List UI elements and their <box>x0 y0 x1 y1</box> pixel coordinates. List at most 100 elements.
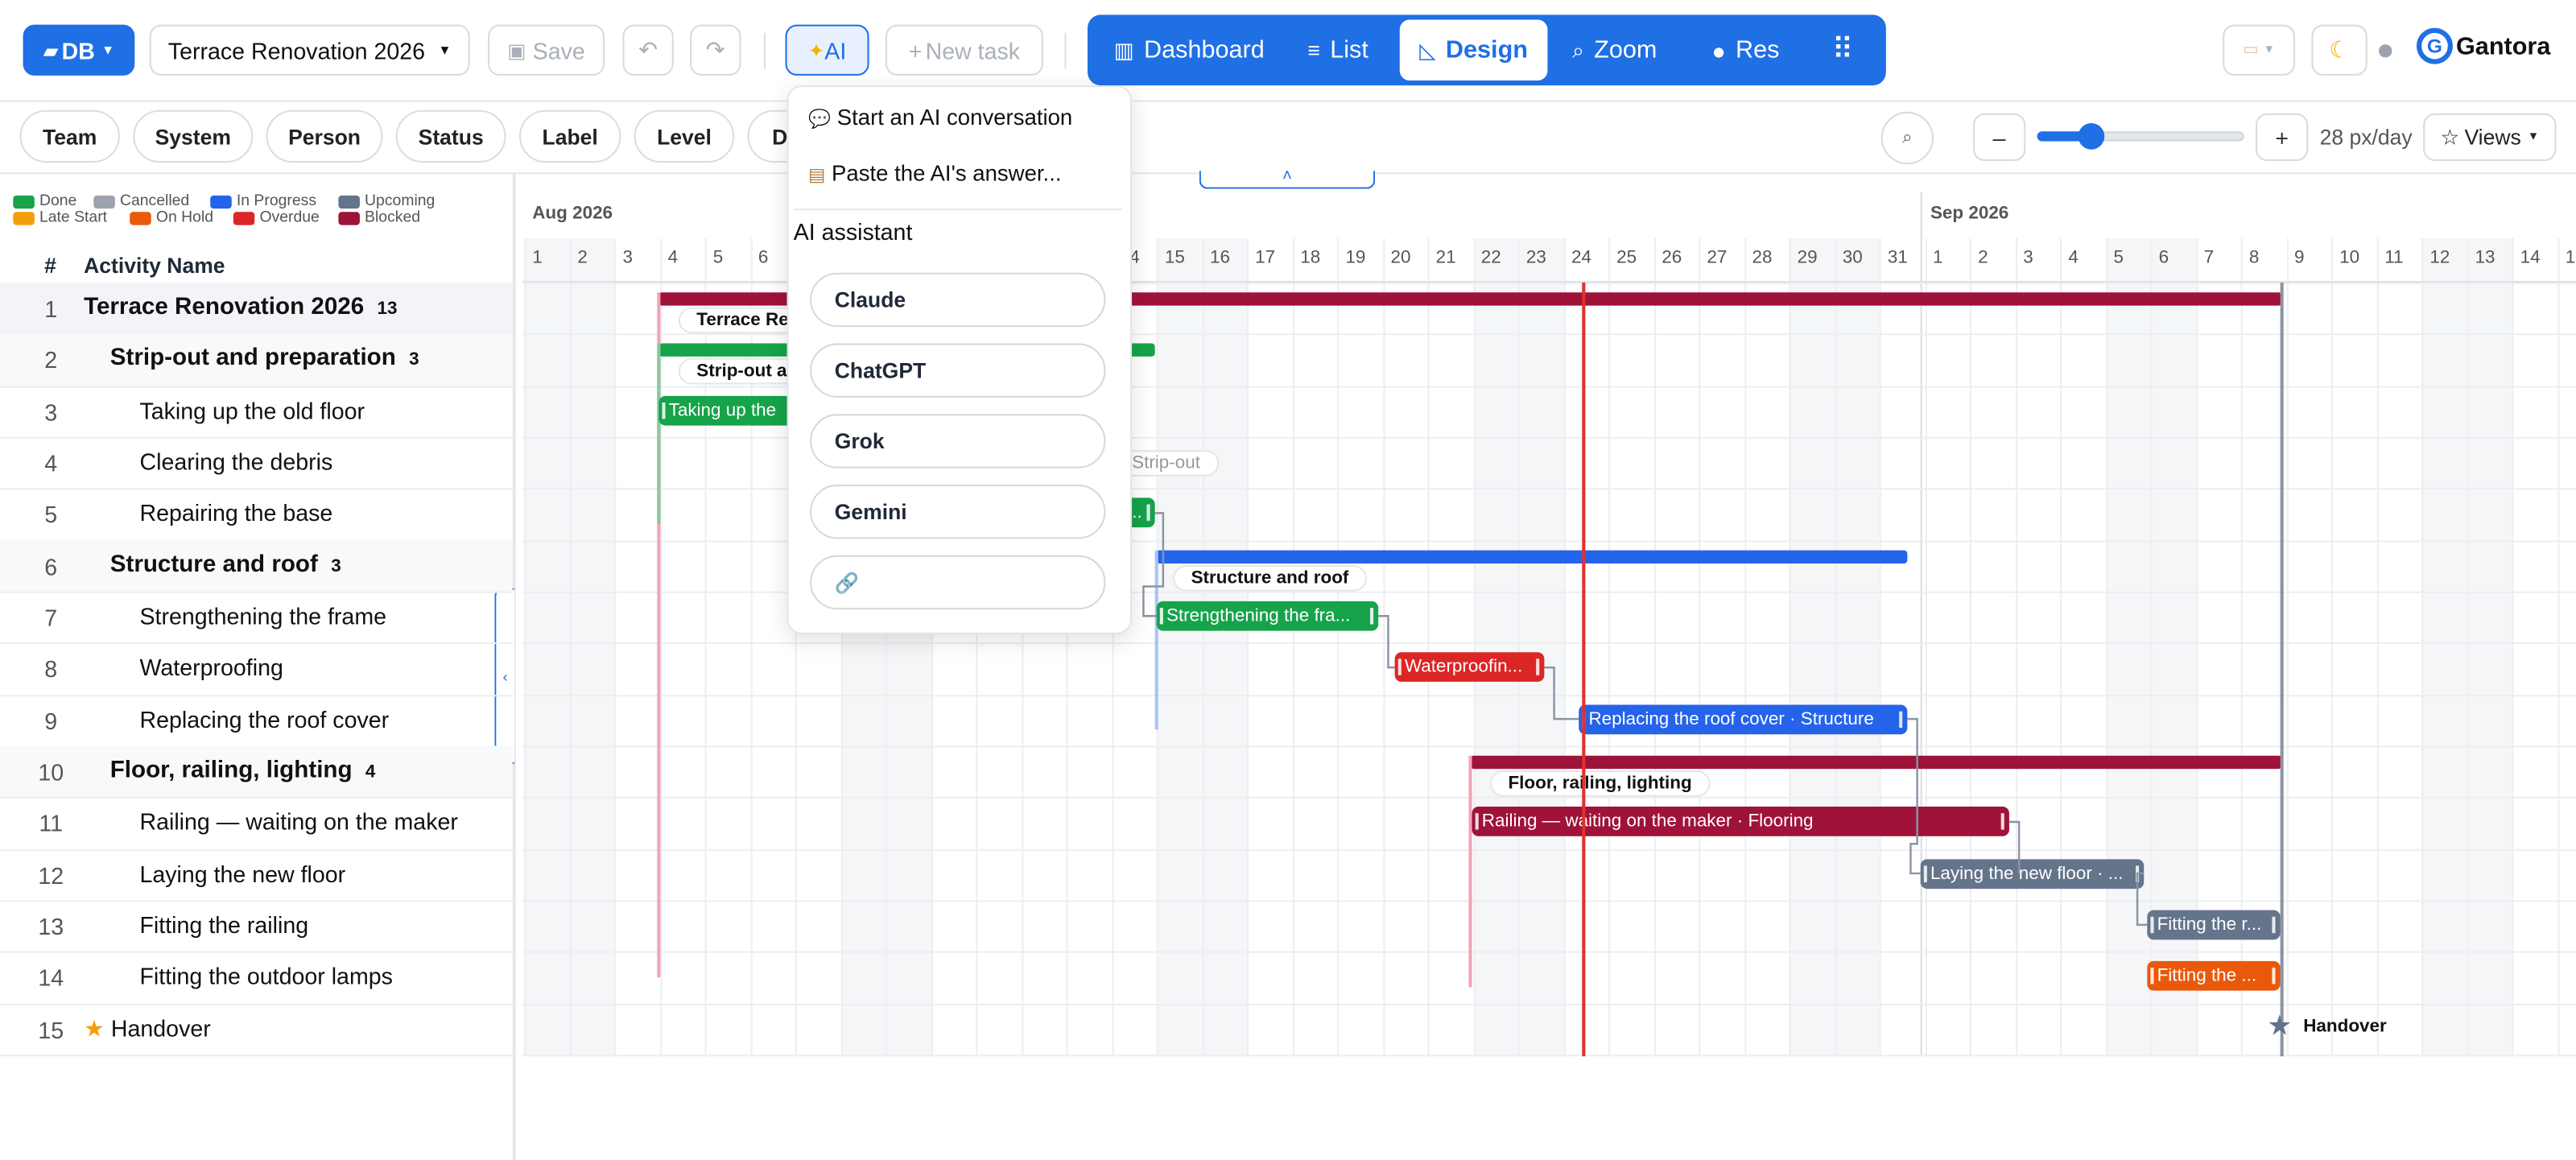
tab-resources[interactable]: ● Res <box>1712 19 1780 80</box>
table-row-divider <box>0 1003 513 1005</box>
table-row-name: Railing — waiting on the maker <box>139 808 458 836</box>
table-row[interactable]: Taking up the old floor <box>139 397 365 423</box>
redo-button[interactable]: ↷ <box>690 24 741 76</box>
table-row[interactable]: Strengthening the frame <box>139 603 386 630</box>
views-button[interactable]: ☆ Views ▼ <box>2423 113 2557 161</box>
bar-resize-handle-right[interactable] <box>2272 968 2276 985</box>
table-row[interactable]: Floor, railing, lighting 4 <box>110 758 376 784</box>
project-select[interactable]: Terrace Renovation 2026 ▼ <box>149 24 470 76</box>
milestone-star-icon: ★ <box>84 1014 105 1042</box>
ai-provider-chatgpt[interactable]: ChatGPT <box>810 343 1106 398</box>
day-label: 25 <box>1616 248 1637 268</box>
bar-resize-handle-right[interactable] <box>2136 865 2140 882</box>
task-bar[interactable]: Replacing the roof cover · Structure <box>1579 704 1908 734</box>
table-row-name: Floor, railing, lighting <box>109 757 353 784</box>
filter-level[interactable]: Level <box>634 109 735 163</box>
table-row[interactable]: Waterproofing <box>139 654 283 681</box>
table-row-number: 10 <box>38 758 64 786</box>
task-bar[interactable]: Strengthening the fra... <box>1156 601 1379 631</box>
table-row-name: Fitting the railing <box>139 911 309 939</box>
task-bar[interactable]: Fitting the r... <box>2147 910 2281 940</box>
db-menu-button[interactable]: ▰ DB ▼ <box>23 24 135 76</box>
collapse-toolbar-handle[interactable]: ˄ <box>1199 168 1376 189</box>
bar-resize-handle-right[interactable] <box>1899 710 1903 728</box>
ai-provider-grok[interactable]: Grok <box>810 414 1106 469</box>
filter-system[interactable]: System <box>133 109 254 163</box>
undo-button[interactable]: ↶ <box>622 24 674 76</box>
table-row[interactable]: Laying the new floor <box>139 861 345 887</box>
task-bar[interactable]: Taking up the <box>658 395 799 425</box>
zoom-in-button[interactable]: + <box>2256 113 2309 161</box>
bar-resize-handle-left[interactable] <box>1159 608 1163 625</box>
tab-design[interactable]: ◺ Design <box>1419 19 1528 80</box>
table-row[interactable]: Replacing the roof cover <box>139 706 389 733</box>
toolbar-divider <box>763 32 766 69</box>
collapse-sidebar-handle[interactable]: ‹ <box>494 588 514 764</box>
bar-resize-handle-left[interactable] <box>662 402 666 419</box>
tab-list[interactable]: ≡ List <box>1307 19 1368 80</box>
telescope-icon: ⌕ <box>1572 36 1584 62</box>
calendar-menu-button[interactable]: ▭ ▼ <box>2223 24 2295 76</box>
table-row[interactable]: Fitting the outdoor lamps <box>139 963 392 989</box>
ai-provider-gemini[interactable]: Gemini <box>810 485 1106 539</box>
day-grid-line <box>1517 237 1520 1057</box>
bar-resize-handle-right[interactable] <box>1370 608 1374 625</box>
task-bar[interactable]: Waterproofin... <box>1394 652 1545 683</box>
zoom-slider[interactable] <box>2037 123 2244 150</box>
tab-dashboard[interactable]: ▥ Dashboard <box>1114 19 1265 80</box>
save-button[interactable]: ▣ Save <box>488 24 605 76</box>
day-grid-line <box>524 237 526 1057</box>
bar-resize-handle-left[interactable] <box>2150 916 2154 934</box>
filter-person[interactable]: Person <box>266 109 383 163</box>
moon-icon: ☾ <box>2329 35 2350 63</box>
table-row[interactable]: Railing — waiting on the maker <box>139 809 457 836</box>
tab-zoom[interactable]: ⌕ Zoom <box>1572 19 1657 80</box>
ai-paste-answer[interactable]: ▤ Paste the AI's answer... <box>808 161 1061 186</box>
milestone-label: Handover <box>2303 1016 2387 1036</box>
bar-resize-handle-right[interactable] <box>1536 658 1540 676</box>
table-row[interactable]: ★ Handover <box>84 1014 211 1042</box>
folder-icon: ▰ <box>43 38 59 62</box>
filter-label[interactable]: Label <box>518 109 621 163</box>
bar-resize-handle-right[interactable] <box>2000 813 2004 831</box>
day-grid-line <box>1563 237 1565 1057</box>
day-label: 2 <box>1978 248 1988 268</box>
ai-button[interactable]: ✦ AI <box>785 24 869 76</box>
table-row[interactable]: Fitting the railing <box>139 912 308 939</box>
task-bar[interactable]: Fitting the ... <box>2147 961 2281 992</box>
table-row-name: Fitting the outdoor lamps <box>139 963 393 990</box>
bar-resize-handle-right[interactable] <box>1146 505 1150 522</box>
table-row[interactable]: Terrace Renovation 2026 13 <box>84 294 397 320</box>
bar-resize-handle-left[interactable] <box>1923 865 1927 882</box>
bar-resize-handle-right[interactable] <box>2272 916 2276 934</box>
zoom-slider-thumb[interactable] <box>2078 123 2104 150</box>
milestone-star-icon[interactable]: ★ <box>2267 1010 2292 1041</box>
ai-provider-link[interactable]: 🔗 <box>810 555 1106 610</box>
bar-resize-handle-left[interactable] <box>1475 813 1479 831</box>
ai-start-conversation[interactable]: 💬 Start an AI conversation <box>808 105 1072 130</box>
zoom-out-button[interactable]: – <box>1973 113 2026 161</box>
dark-mode-toggle[interactable]: ☾ <box>2311 24 2368 76</box>
ai-provider-claude[interactable]: Claude <box>810 272 1106 328</box>
table-row[interactable]: Structure and roof 3 <box>110 551 341 578</box>
search-button[interactable]: ⌕ <box>1880 111 1934 165</box>
bar-resize-handle-left[interactable] <box>2150 968 2154 985</box>
summary-bar-floor[interactable] <box>1470 755 2282 770</box>
ai-menu-heading: AI assistant <box>793 218 913 246</box>
table-row[interactable]: Repairing the base <box>139 500 332 526</box>
filter-team[interactable]: Team <box>19 109 120 163</box>
table-row[interactable]: Strip-out and preparation 3 <box>110 345 419 372</box>
table-row[interactable]: Clearing the debris <box>139 448 332 475</box>
day-grid-line <box>1382 237 1385 1057</box>
summary-bar-structure[interactable] <box>1154 549 1908 563</box>
task-bar[interactable]: Railing — waiting on the maker · Floorin… <box>1472 807 2009 837</box>
chevron-down-icon: ▼ <box>438 43 452 58</box>
task-bar[interactable]: Laying the new floor · ... <box>1920 858 2145 889</box>
link-icon: 🔗 <box>834 571 860 594</box>
day-grid-line <box>2421 237 2424 1057</box>
filter-status[interactable]: Status <box>395 109 506 163</box>
bar-resize-handle-left[interactable] <box>1397 658 1402 676</box>
apps-grid-button[interactable]: ⠿ <box>1831 19 1853 80</box>
chevron-up-icon: ˄ <box>1282 167 1292 186</box>
new-task-button[interactable]: + New task <box>885 24 1043 76</box>
